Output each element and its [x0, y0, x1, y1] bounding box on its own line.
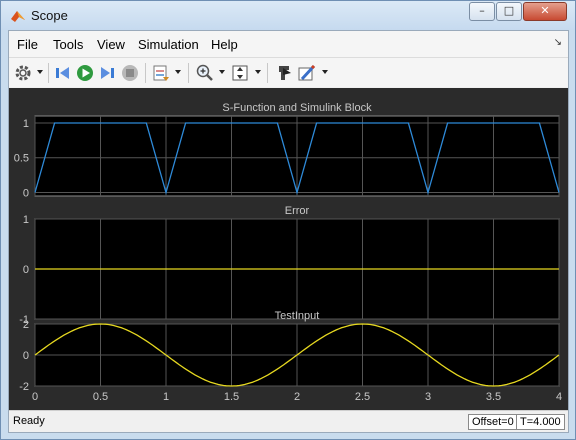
- y-tick-label: 0: [23, 188, 29, 200]
- gear-dropdown-icon[interactable]: [37, 70, 43, 74]
- y-tick-label: 1: [23, 214, 29, 226]
- toolbar-separator: [145, 63, 146, 83]
- scope-plots[interactable]: S-Function and Simulink Block 1 0.5 0 Error 1…: [9, 88, 568, 410]
- title-bar[interactable]: Scope – □ ✕: [1, 1, 575, 30]
- zoom-icon[interactable]: [195, 63, 215, 83]
- y-tick-label: 1: [23, 118, 29, 130]
- step-back-icon[interactable]: [53, 63, 73, 83]
- menu-help[interactable]: Help: [211, 37, 238, 52]
- maximize-icon: □: [503, 4, 515, 17]
- x-tick-label: 3.5: [486, 391, 501, 403]
- status-bar: Ready Offset=0 T=4.000: [9, 410, 568, 432]
- plot-title: S-Function and Simulink Block: [222, 102, 372, 114]
- x-tick-label: 3: [425, 391, 431, 403]
- x-tick-label: 0: [32, 391, 38, 403]
- toolbar-separator: [188, 63, 189, 83]
- y-tick-label: 0.5: [14, 153, 29, 165]
- scope-display: S-Function and Simulink Block 1 0.5 0 Error 1…: [9, 88, 568, 410]
- run-icon[interactable]: [75, 63, 95, 83]
- status-text: Ready: [13, 415, 45, 427]
- scale-axes-icon[interactable]: [230, 63, 250, 83]
- toolbar: [9, 57, 568, 87]
- close-icon: ✕: [540, 4, 550, 17]
- toolbar-separator: [48, 63, 49, 83]
- y-tick-label: -2: [19, 381, 29, 393]
- maximize-button[interactable]: □: [496, 2, 522, 21]
- layout-dropdown-icon[interactable]: [175, 70, 181, 74]
- stop-icon[interactable]: [120, 63, 140, 83]
- plot-title: TestInput: [275, 310, 320, 322]
- dock-pin-icon[interactable]: ↘: [554, 37, 562, 48]
- scale-dropdown-icon[interactable]: [255, 70, 261, 74]
- menu-bar: File Tools View Simulation Help ↘: [9, 31, 568, 57]
- y-tick-label: 2: [23, 319, 29, 331]
- x-tick-label: 2: [294, 391, 300, 403]
- menu-tools[interactable]: Tools: [53, 37, 83, 52]
- minimize-button[interactable]: –: [469, 2, 495, 21]
- offset-readout: Offset=0: [468, 414, 518, 430]
- x-tick-label: 4: [556, 391, 562, 403]
- y-tick-label: 0: [23, 350, 29, 362]
- menu-file[interactable]: File: [17, 37, 38, 52]
- step-forward-icon[interactable]: [97, 63, 117, 83]
- matlab-icon: [11, 11, 25, 22]
- scope-window: Scope – □ ✕ File Tools View Simulation H…: [0, 0, 576, 440]
- layout-icon[interactable]: [151, 63, 171, 83]
- highlight-icon[interactable]: [274, 63, 294, 83]
- plot-title: Error: [285, 205, 310, 217]
- menu-view[interactable]: View: [97, 37, 125, 52]
- close-button[interactable]: ✕: [523, 2, 567, 21]
- minimize-icon: –: [479, 4, 485, 17]
- x-tick-label: 1: [163, 391, 169, 403]
- window-title: Scope: [31, 8, 68, 23]
- client-area: File Tools View Simulation Help ↘ S-Func…: [8, 30, 569, 433]
- x-tick-label: 1.5: [224, 391, 239, 403]
- gear-icon[interactable]: [13, 63, 33, 83]
- x-tick-label: 2.5: [355, 391, 370, 403]
- style-dropdown-icon[interactable]: [322, 70, 328, 74]
- x-tick-label: 0.5: [93, 391, 108, 403]
- menu-simulation[interactable]: Simulation: [138, 37, 199, 52]
- toolbar-separator: [267, 63, 268, 83]
- style-icon[interactable]: [297, 63, 317, 83]
- zoom-dropdown-icon[interactable]: [219, 70, 225, 74]
- time-readout: T=4.000: [516, 414, 565, 430]
- y-tick-label: 0: [23, 264, 29, 276]
